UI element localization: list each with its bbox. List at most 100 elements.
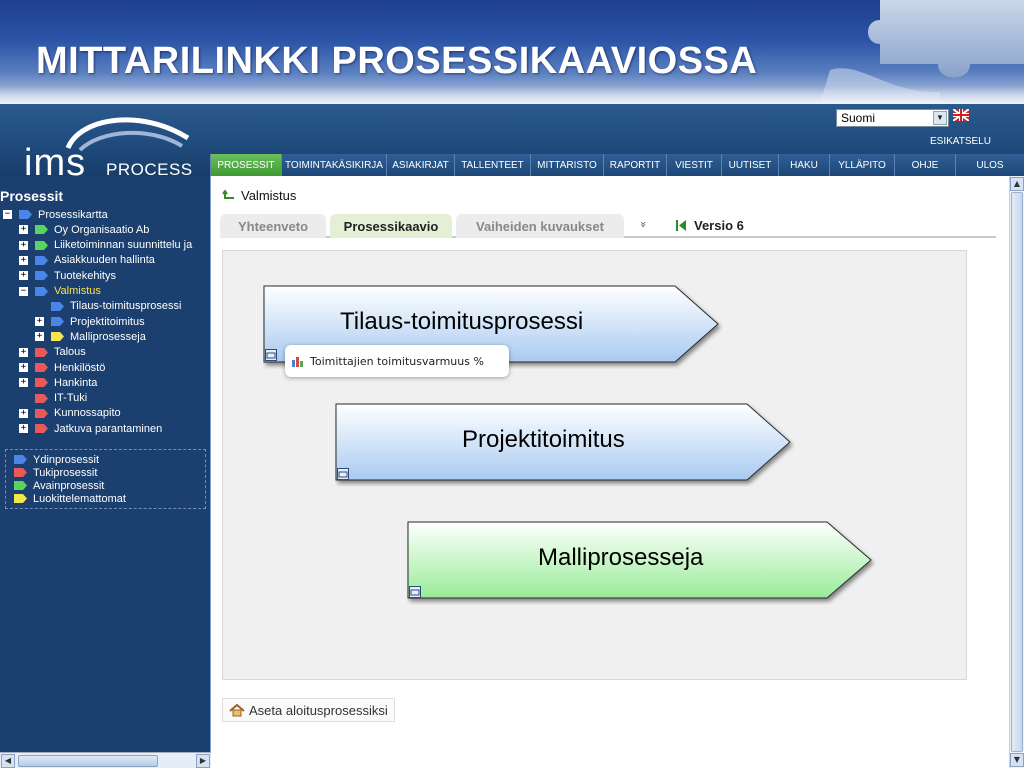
tree-item[interactable]: + Henkilöstö — [19, 360, 105, 375]
tree-item[interactable]: + Oy Organisaatio Ab — [19, 222, 149, 237]
tree-item[interactable]: − Valmistus — [19, 284, 101, 299]
scroll-down-icon[interactable]: ▼ — [1010, 753, 1024, 767]
tree-item[interactable]: + Talous — [19, 345, 86, 360]
breadcrumb-current: Valmistus — [241, 188, 297, 203]
preview-link[interactable]: ESIKATSELU — [930, 136, 991, 147]
tree-item[interactable]: + Liiketoiminnan suunnittelu ja — [19, 238, 192, 253]
scrollbar-thumb[interactable] — [18, 755, 158, 767]
version-indicator[interactable]: Versio 6 — [676, 218, 744, 233]
document-icon[interactable] — [337, 468, 349, 480]
process-flag-icon — [51, 317, 64, 327]
back-arrow-icon[interactable] — [222, 189, 236, 202]
tree-item[interactable]: + Tuotekehitys — [19, 268, 116, 283]
metric-link-tooltip[interactable]: Toimittajien toimitusvarmuus % — [285, 345, 509, 377]
nav-haku[interactable]: HAKU — [778, 154, 829, 176]
expand-icon[interactable]: + — [19, 424, 28, 434]
expand-icon[interactable]: + — [35, 332, 44, 342]
tab-yhteenveto[interactable]: Yhteenveto — [220, 214, 326, 238]
scroll-left-icon[interactable]: ◀ — [1, 754, 15, 768]
collapse-icon[interactable]: − — [19, 286, 28, 296]
legend-flag-icon — [14, 481, 27, 490]
tree-item-label: Hankinta — [54, 376, 98, 389]
scroll-right-icon[interactable]: ▶ — [196, 754, 210, 768]
nav-raportit[interactable]: RAPORTIT — [603, 154, 666, 176]
more-tabs-icon[interactable]: » — [637, 221, 650, 228]
nav-asiakirjat[interactable]: ASIAKIRJAT — [386, 154, 454, 176]
process-label-tilaus-toimitus: Tilaus-toimitusprosessi — [340, 308, 584, 335]
legend-item: Ydinprosessit — [14, 453, 99, 466]
expand-icon[interactable]: + — [19, 240, 28, 250]
sidebar-title: Prosessit — [0, 188, 64, 204]
nav-mittaristo[interactable]: MITTARISTO — [530, 154, 603, 176]
vertical-scrollbar[interactable]: ▲ ▼ — [1009, 176, 1024, 768]
document-icon[interactable] — [265, 349, 277, 361]
expand-icon[interactable]: + — [19, 225, 28, 235]
tree-item[interactable]: Tilaus-toimitusprosessi — [35, 299, 181, 314]
slide-banner: MITTARILINKKI PROSESSIKAAVIOSSA — [0, 0, 1024, 104]
expand-icon[interactable]: + — [19, 255, 28, 265]
tree-item[interactable]: + Kunnossapito — [19, 406, 121, 421]
expand-icon[interactable]: + — [19, 347, 28, 357]
tree-item-label: Tuotekehitys — [54, 269, 116, 282]
process-legend: Ydinprosessit Tukiprosessit Avainprosessit… — [5, 449, 206, 509]
tree-item-label: Talous — [54, 346, 86, 359]
chevron-down-icon: ▼ — [933, 111, 947, 125]
nav-toimintakasikirja[interactable]: TOIMINTAKÄSIKIRJA — [281, 154, 386, 176]
collapse-icon[interactable]: − — [3, 210, 12, 219]
process-label-malliprosesseja: Malliprosesseja — [538, 544, 704, 571]
banner-title: MITTARILINKKI PROSESSIKAAVIOSSA — [36, 40, 758, 82]
expand-icon[interactable]: + — [19, 363, 28, 372]
uk-flag-icon[interactable] — [953, 109, 969, 121]
tooltip-text: Toimittajien toimitusvarmuus % — [310, 354, 484, 368]
process-flag-icon — [35, 255, 48, 265]
tree-item[interactable]: + Jatkuva parantaminen — [19, 421, 162, 436]
legend-item: Avainprosessit — [14, 479, 104, 492]
nav-prosessit[interactable]: PROSESSIT — [210, 154, 281, 176]
tree-item[interactable]: + Asiakkuuden hallinta — [19, 253, 155, 268]
tree-item[interactable]: + Malliprosesseja — [35, 329, 146, 344]
legend-label: Ydinprosessit — [33, 453, 100, 466]
legend-flag-icon — [14, 455, 27, 464]
version-label: Versio 6 — [694, 218, 744, 233]
view-tabs: Yhteenveto Prosessikaavio Vaiheiden kuva… — [220, 214, 996, 238]
expand-icon[interactable]: + — [19, 408, 28, 418]
legend-item: Luokittelemattomat — [14, 492, 126, 505]
document-icon[interactable] — [409, 586, 421, 598]
process-sidebar: Prosessit − Prosessikartta + Oy Organisaati… — [0, 176, 211, 768]
tree-item-label: IT-Tuki — [54, 392, 88, 405]
tree-item[interactable]: + Hankinta — [19, 375, 97, 390]
tree-item[interactable]: − Prosessikartta — [3, 207, 108, 222]
vertical-scrollbar-thumb[interactable] — [1011, 192, 1023, 752]
nav-yllapito[interactable]: YLLÄPITO — [829, 154, 894, 176]
legend-label: Luokittelemattomat — [33, 492, 126, 505]
nav-ulos[interactable]: ULOS — [955, 154, 1024, 176]
process-flag-icon — [35, 225, 48, 235]
tree-item-label: Valmistus — [54, 285, 101, 297]
set-start-process-link[interactable]: Aseta aloitusprosessiksi — [222, 698, 395, 722]
tree-item[interactable]: IT-Tuki — [19, 391, 87, 406]
tree-item-label: Liiketoiminnan suunnittelu ja — [54, 239, 193, 252]
ims-process-logo[interactable]: IMS PROCESS — [20, 112, 200, 184]
nav-tallenteet[interactable]: TALLENTEET — [454, 154, 530, 176]
expand-icon[interactable]: + — [35, 317, 44, 327]
expand-icon[interactable]: + — [19, 378, 28, 388]
expand-icon[interactable]: + — [19, 271, 28, 281]
process-flag-icon — [35, 424, 48, 434]
process-label-projektitoimitus: Projektitoimitus — [462, 426, 625, 453]
breadcrumb: Valmistus — [222, 188, 296, 203]
bar-chart-icon — [292, 357, 303, 367]
tab-prosessikaavio[interactable]: Prosessikaavio — [330, 214, 452, 238]
tree-item-label: Tilaus-toimitusprosessi — [70, 300, 182, 313]
sidebar-horizontal-scrollbar[interactable]: ◀ ▶ — [0, 752, 211, 768]
tree-item[interactable]: + Projektitoimitus — [35, 314, 145, 329]
legend-item: Tukiprosessit — [14, 466, 97, 479]
nav-viestit[interactable]: VIESTIT — [666, 154, 721, 176]
nav-ohje[interactable]: OHJE — [894, 154, 955, 176]
tab-vaiheiden-kuvaukset[interactable]: Vaiheiden kuvaukset — [456, 214, 624, 238]
language-select[interactable]: Suomi ▼ — [836, 109, 949, 127]
nav-uutiset[interactable]: UUTISET — [721, 154, 778, 176]
first-version-icon — [676, 220, 686, 231]
puzzle-piece-graphic — [820, 0, 1024, 104]
legend-label: Avainprosessit — [33, 479, 105, 492]
scroll-up-icon[interactable]: ▲ — [1010, 177, 1024, 191]
